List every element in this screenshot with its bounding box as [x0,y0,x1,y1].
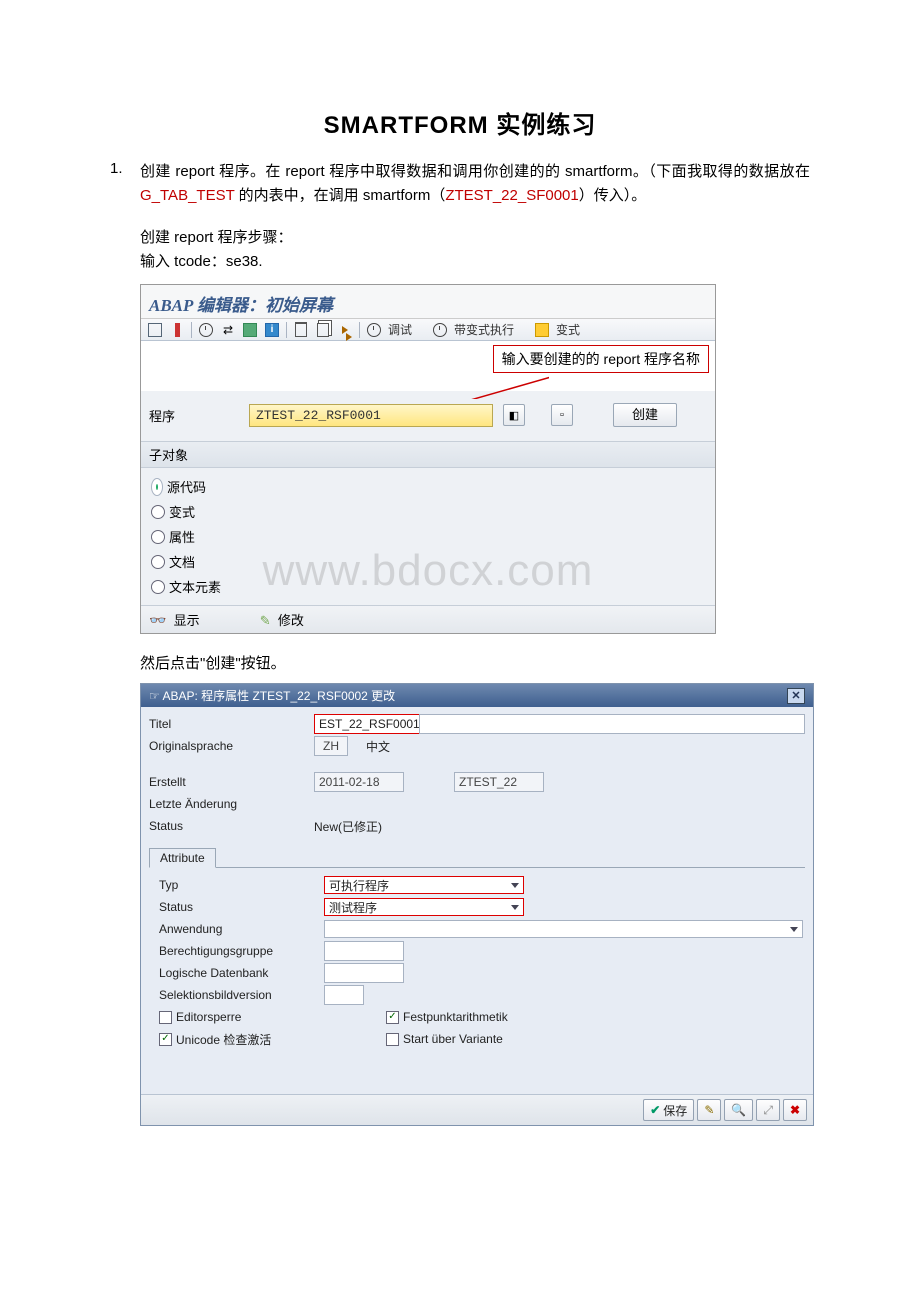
toolbar-icon-1[interactable] [147,322,163,338]
program-input[interactable]: ZTEST_22_RSF0001 [249,404,493,427]
debug-icon[interactable] [366,322,382,338]
clock-icon[interactable] [198,322,214,338]
startvar-label: Start über Variante [403,1032,503,1046]
step-line-2: 输入 tcode：se38. [140,250,810,274]
status-value: New(已修正) [314,818,382,835]
sap-toolbar: ⇄ i 调试 带变式执行 变式 [141,319,715,341]
radio-variant-label: 变式 [169,502,195,521]
exec-var-icon[interactable] [432,322,448,338]
exec-var-label[interactable]: 带变式执行 [454,321,514,338]
dialog-icon: ☞ [149,689,160,703]
radio-variant[interactable] [151,505,165,519]
festpunkt-label: Festpunktarithmetik [403,1010,508,1024]
titel-input-ext[interactable] [419,714,805,734]
copy-icon[interactable] [315,322,331,338]
erstellt-date: 2011-02-18 [314,772,404,792]
form-name: ZTEST_22_SF0001 [445,187,578,204]
radio-source[interactable] [151,478,163,496]
originalsprache-label: Originalsprache [149,739,314,753]
modify-button[interactable]: 修改 [278,613,304,628]
callout-arrow [429,369,549,399]
check-icon: ✔ [650,1103,660,1117]
berecht-label: Berechtigungsgruppe [151,944,324,958]
chevron-down-icon [511,883,519,888]
toolbar-icon-link[interactable]: ⇄ [220,322,236,338]
pencil-icon-2: ✎ [704,1103,714,1117]
radio-attr-label: 属性 [169,527,195,546]
lang-code: ZH [314,736,348,756]
mid-instruction: 然后点击"创建"按钮。 [140,652,810,673]
startvar-checkbox[interactable] [386,1033,399,1046]
erstellt-label: Erstellt [149,775,314,789]
forward-icon[interactable] [337,322,353,338]
edit-button[interactable]: ✎ [697,1099,721,1121]
variant-icon[interactable] [534,322,550,338]
info-icon[interactable]: i [264,322,280,338]
radio-text[interactable] [151,580,165,594]
paragraph-1: 创建 report 程序。在 report 程序中取得数据和调用你创建的的 sm… [140,160,810,208]
pencil-icon[interactable]: ✎ [260,613,271,628]
glasses-icon[interactable]: 👓 [149,612,166,628]
status-label: Status [149,819,314,833]
titel-label: Titel [149,717,314,731]
festpunkt-checkbox[interactable]: ✓ [386,1011,399,1024]
new-button-small[interactable]: ▫ [551,404,573,426]
toolbar-icon-red[interactable] [169,322,185,338]
radio-doc-label: 文档 [169,552,195,571]
f4-help-button[interactable]: ◧ [503,404,525,426]
debug-label[interactable]: 调试 [388,321,412,338]
selbild-input[interactable] [324,985,364,1005]
editorsperre-checkbox[interactable] [159,1011,172,1024]
page-title: SMARTFORM 实例练习 [110,105,810,140]
screenshot-se38: ABAP 编辑器：初始屏幕 ⇄ i 调试 带变式执行 变式 输入要创建的的 re… [140,284,716,634]
unicode-label: Unicode 检查激活 [176,1031,386,1048]
screenshot-properties-dialog: ☞ ABAP: 程序属性 ZTEST_22_RSF0002 更改 ✕ Titel… [140,683,814,1126]
radio-doc[interactable] [151,555,165,569]
trash-icon[interactable] [293,322,309,338]
chevron-down-icon-3 [790,927,798,932]
logdb-input[interactable] [324,963,404,983]
list-number: 1. [110,160,140,177]
erstellt-user: ZTEST_22 [454,772,544,792]
search-button[interactable]: 🔍 [724,1099,753,1121]
status2-label: Status [151,900,324,914]
close-icon[interactable]: ✕ [787,688,805,704]
typ-label: Typ [151,878,324,892]
display-button[interactable]: 显示 [174,613,200,628]
chevron-down-icon-2 [511,905,519,910]
typ-select[interactable]: 可执行程序 [324,876,524,894]
tab-attribute[interactable]: Attribute [149,848,216,868]
save-button[interactable]: ✔保存 [643,1099,694,1121]
variant-label[interactable]: 变式 [556,321,580,338]
anwendung-label: Anwendung [151,922,324,936]
cancel-button[interactable]: ✖ [783,1099,807,1121]
expand-icon: ⤢ [763,1103,773,1118]
selbild-label: Selektionsbildversion [151,988,324,1002]
expand-button[interactable]: ⤢ [756,1099,780,1121]
sap-window-title: ABAP 编辑器：初始屏幕 [141,285,715,319]
create-button[interactable]: 创建 [613,403,677,427]
subobject-header: 子对象 [141,441,715,468]
dialog-title: ABAP: 程序属性 ZTEST_22_RSF0002 更改 [162,689,395,703]
program-label: 程序 [149,406,239,425]
anwendung-select[interactable] [324,920,803,938]
titel-input[interactable]: EST_22_RSF0001 [314,714,420,734]
close-icon-2: ✖ [790,1103,800,1117]
berecht-input[interactable] [324,941,404,961]
radio-text-label: 文本元素 [169,577,221,596]
logdb-label: Logische Datenbank [151,966,324,980]
toolbar-icon-grid[interactable] [242,322,258,338]
lang-name: 中文 [366,738,390,755]
radio-source-label: 源代码 [167,477,206,496]
step-line-1: 创建 report 程序步骤： [140,226,810,250]
var-g-tab-test: G_TAB_TEST [140,187,234,204]
unicode-checkbox[interactable]: ✓ [159,1033,172,1046]
letzte-label: Letzte Änderung [149,797,314,811]
radio-attr[interactable] [151,530,165,544]
editorsperre-label: Editorsperre [176,1010,386,1024]
search-icon: 🔍 [731,1103,746,1117]
status-select[interactable]: 测试程序 [324,898,524,916]
